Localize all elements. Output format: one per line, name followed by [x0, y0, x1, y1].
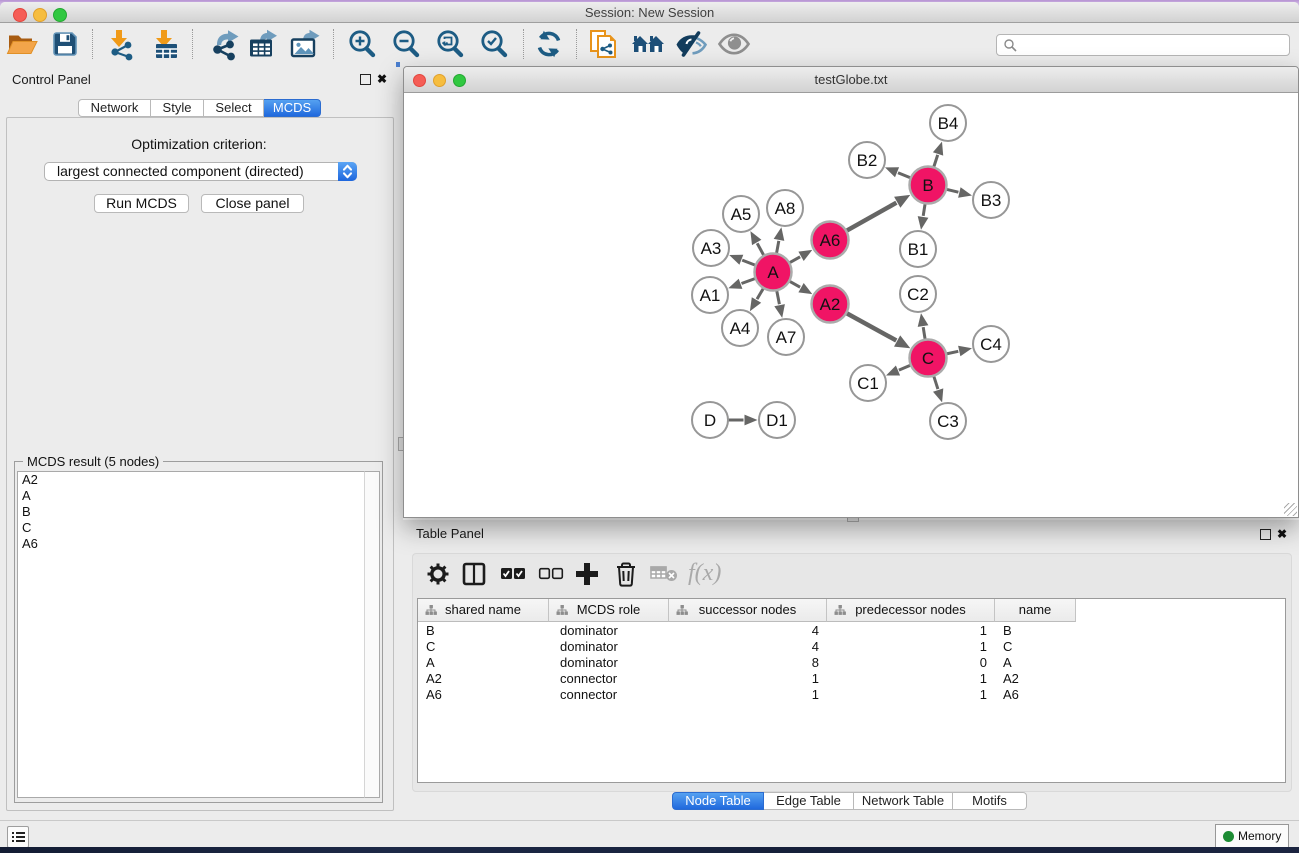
svg-text:B: B — [922, 176, 933, 195]
svg-text:B2: B2 — [857, 151, 878, 170]
svg-text:A6: A6 — [820, 231, 841, 250]
svg-text:C: C — [922, 349, 934, 368]
svg-text:B4: B4 — [938, 114, 959, 133]
svg-text:B3: B3 — [981, 191, 1002, 210]
svg-text:D: D — [704, 411, 716, 430]
svg-text:A5: A5 — [731, 205, 752, 224]
svg-text:C3: C3 — [937, 412, 959, 431]
svg-text:A: A — [767, 263, 779, 282]
svg-text:A7: A7 — [776, 328, 797, 347]
svg-text:C4: C4 — [980, 335, 1002, 354]
svg-text:D1: D1 — [766, 411, 788, 430]
svg-text:A4: A4 — [730, 319, 751, 338]
svg-text:A2: A2 — [820, 295, 841, 314]
svg-text:A3: A3 — [701, 239, 722, 258]
svg-text:C1: C1 — [857, 374, 879, 393]
svg-text:C2: C2 — [907, 285, 929, 304]
svg-text:A1: A1 — [700, 286, 721, 305]
svg-text:A8: A8 — [775, 199, 796, 218]
svg-text:B1: B1 — [908, 240, 929, 259]
